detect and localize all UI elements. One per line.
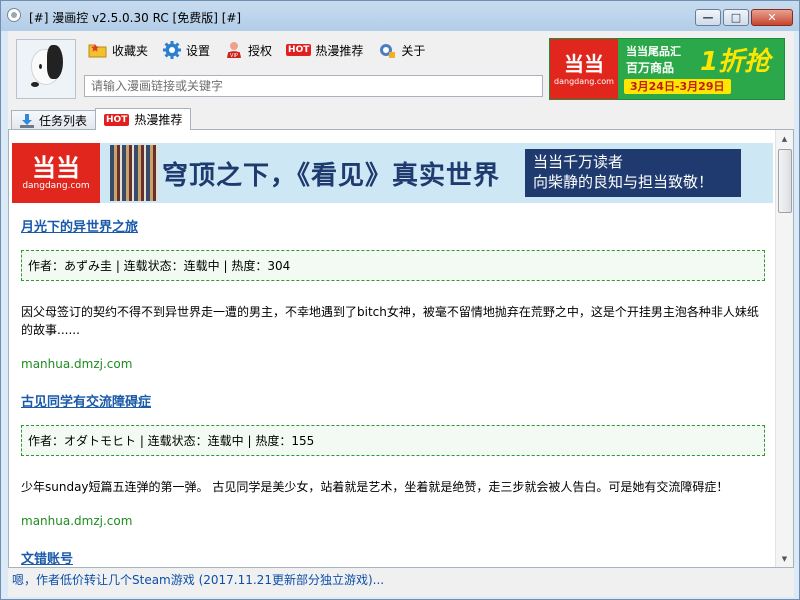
dangdang-logo: 当当 dangdang.com — [12, 143, 100, 203]
hot-icon: HOT — [104, 113, 130, 126]
tab-bar: 任务列表 HOT 热漫推荐 — [11, 108, 192, 130]
license-label: 授权 — [248, 43, 273, 58]
vip-icon: VIP — [224, 40, 244, 60]
window-title: [#] 漫画控 v2.5.0.30 RC [免费版] [#] — [29, 11, 242, 25]
hot-recommend-button[interactable]: HOT 热漫推荐 — [286, 42, 363, 59]
comic-description: 因父母签订的契约不得不到异世界走一遭的男主，不幸地遇到了bitch女神，被毫不留… — [21, 305, 759, 337]
dog-eye-right — [48, 64, 51, 69]
dangdang-logo: 当当 dangdang.com — [550, 39, 618, 99]
settings-label: 设置 — [186, 43, 211, 58]
scroll-down-arrow-icon[interactable]: ▼ — [776, 550, 793, 567]
avatar[interactable] — [16, 39, 76, 99]
list-item: 文错账号 — [21, 548, 765, 567]
tab-hot-recommend[interactable]: HOT 热漫推荐 — [95, 108, 192, 130]
scroll-thumb[interactable] — [778, 149, 792, 213]
comic-description: 少年sunday短篇五连弹的第一弹。 古见同学是美少女，站着就是艺术，坐着就是绝… — [21, 480, 729, 494]
books-image — [110, 145, 158, 201]
ad-date: 3月24日-3月29日 — [624, 79, 731, 94]
content-panel: 当当 dangdang.com 穹顶之下，《看见》真实世界 当当千万读者 向柴静… — [8, 129, 794, 568]
ad-line1: 当当尾品汇 — [626, 45, 681, 58]
banner-advertisement[interactable]: 当当 dangdang.com 穹顶之下，《看见》真实世界 当当千万读者 向柴静… — [12, 143, 773, 203]
list-item: 月光下的异世界之旅 作者：あずみ圭 | 连载状态：连载中 | 热度：304 因父… — [21, 216, 765, 371]
gear-icon — [162, 40, 182, 60]
client-area: 收藏夹 设置 VIP 授权 HOT 热漫推荐 关于 请输入漫画链接或关键字 当当… — [8, 31, 794, 597]
scroll-up-arrow-icon[interactable]: ▲ — [776, 130, 793, 147]
close-button[interactable]: ✕ — [751, 9, 793, 26]
comic-title-link[interactable]: 月光下的异世界之旅 — [21, 216, 138, 235]
maximize-button[interactable]: □ — [723, 9, 749, 26]
svg-text:VIP: VIP — [230, 53, 238, 59]
about-button[interactable]: 关于 — [377, 40, 425, 60]
vertical-scrollbar[interactable]: ▲ ▼ — [775, 130, 793, 567]
window-controls: — □ ✕ — [695, 9, 793, 26]
title-bar[interactable]: [#] 漫画控 v2.5.0.30 RC [免费版] [#] — □ ✕ — [1, 1, 799, 31]
license-button[interactable]: VIP 授权 — [224, 40, 272, 60]
dog-eye-left — [39, 64, 42, 69]
tab-task-list-label: 任务列表 — [39, 114, 88, 128]
banner-slogan-line1: 当当千万读者 — [533, 153, 624, 171]
tab-task-list[interactable]: 任务列表 — [11, 110, 97, 130]
banner-slogan: 当当千万读者 向柴静的良知与担当致敬！ — [525, 149, 741, 197]
dog-nose — [31, 82, 39, 87]
ad-logo-domain: dangdang.com — [554, 76, 614, 86]
favorites-label: 收藏夹 — [112, 43, 149, 58]
top-advertisement[interactable]: 当当 dangdang.com 当当尾品汇 百万商品 1折抢 3月24日-3月2… — [549, 38, 785, 100]
banner-logo-domain: dangdang.com — [22, 181, 90, 191]
comic-meta: 作者：オダトモヒト | 连载状态：连载中 | 热度：155 — [21, 425, 765, 456]
settings-button[interactable]: 设置 — [162, 40, 210, 60]
about-label: 关于 — [401, 43, 426, 58]
about-icon — [377, 40, 397, 60]
app-icon[interactable] — [7, 8, 21, 22]
minimize-button[interactable]: — — [695, 9, 721, 26]
comic-source: manhua.dmzj.com — [21, 514, 133, 528]
folder-star-icon — [88, 40, 108, 60]
tab-hot-recommend-label: 热漫推荐 — [134, 113, 183, 127]
comic-title-link[interactable]: 古见同学有交流障碍症 — [21, 391, 151, 410]
banner-headline: 穹顶之下，《看见》真实世界 — [162, 161, 501, 191]
comic-meta: 作者：あずみ圭 | 连载状态：连载中 | 热度：304 — [21, 250, 765, 281]
favorites-button[interactable]: 收藏夹 — [88, 40, 148, 60]
dog-ear — [47, 45, 63, 79]
comic-source: manhua.dmzj.com — [21, 357, 133, 371]
banner-slogan-line2: 向柴静的良知与担当致敬！ — [533, 173, 714, 191]
hot-icon: HOT — [286, 44, 312, 56]
ad-highlight: 1折抢 — [700, 47, 771, 77]
status-bar[interactable]: 嗯，作者低价转让几个Steam游戏 (2017.11.21更新部分独立游戏)..… — [8, 569, 794, 591]
download-icon — [20, 113, 34, 128]
search-input[interactable] — [84, 75, 543, 97]
hot-recommend-label: 热漫推荐 — [315, 43, 364, 58]
ad-logo-text: 当当 — [564, 51, 604, 76]
banner-logo-text: 当当 — [32, 154, 80, 182]
ad-line2: 百万商品 — [626, 61, 675, 75]
comic-title-link[interactable]: 文错账号 — [21, 548, 73, 567]
list-item: 古见同学有交流障碍症 作者：オダトモヒト | 连载状态：连载中 | 热度：155… — [21, 391, 765, 528]
app-window: [#] 漫画控 v2.5.0.30 RC [免费版] [#] — □ ✕ 收藏夹 — [0, 0, 800, 600]
comic-list: 月光下的异世界之旅 作者：あずみ圭 | 连载状态：连载中 | 热度：304 因父… — [21, 216, 765, 567]
toolbar: 收藏夹 设置 VIP 授权 HOT 热漫推荐 关于 — [88, 39, 425, 61]
